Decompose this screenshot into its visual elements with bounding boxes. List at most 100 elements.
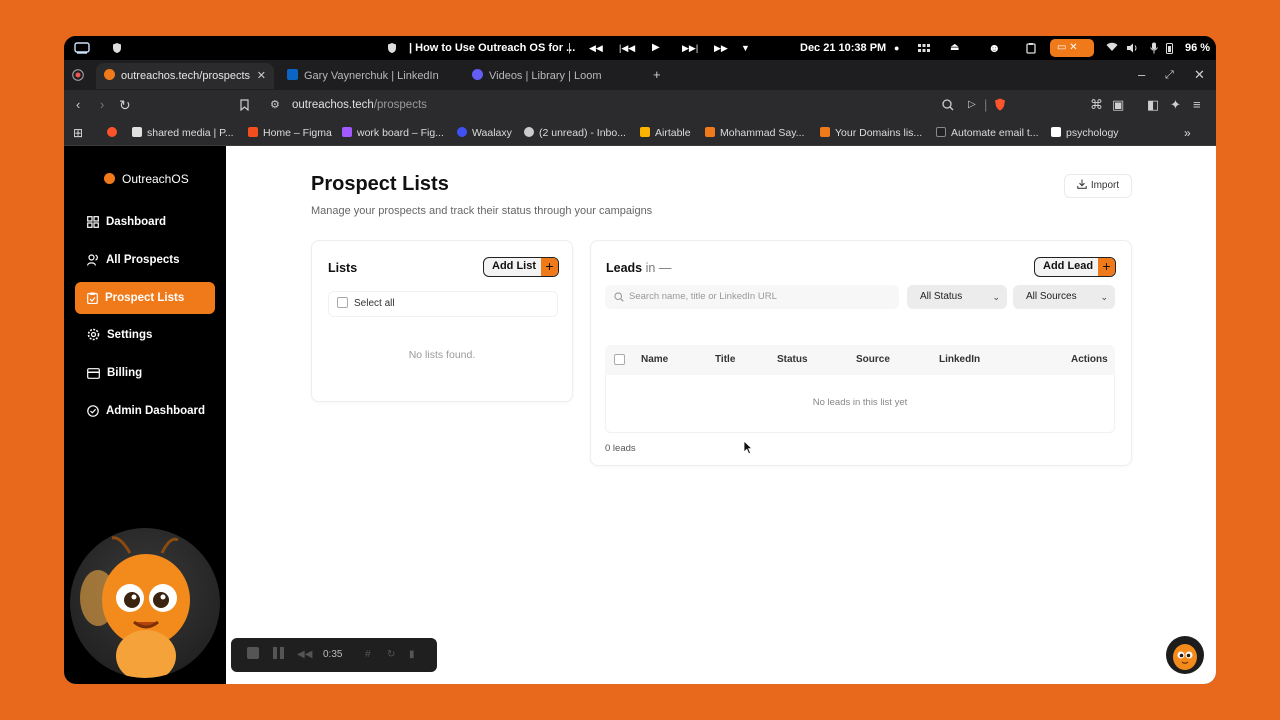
plus-icon: +: [541, 258, 558, 276]
column-header-source[interactable]: Source: [856, 345, 890, 375]
new-tab-icon[interactable]: +: [653, 60, 661, 90]
sidebar-item-admin-dashboard[interactable]: Admin Dashboard: [75, 395, 215, 427]
address-bar: ‹ › ↻ ⚙ outreachos.tech/prospects ▷ | ⌘ …: [64, 90, 1216, 120]
app: OutreachOS Dashboard All Prospects Prosp…: [64, 146, 1216, 684]
more-bookmarks-icon[interactable]: »: [1184, 120, 1191, 146]
downloads-icon[interactable]: ▣: [1112, 90, 1124, 120]
bookmark-label: Your Domains lis...: [835, 127, 923, 139]
column-header-title[interactable]: Title: [715, 345, 735, 375]
bookmark-item[interactable]: psychology: [1051, 120, 1119, 146]
users-icon: [87, 254, 98, 266]
brand-name: OutreachOS: [122, 172, 189, 186]
back-icon[interactable]: ‹: [76, 90, 80, 120]
close-tab-icon[interactable]: ✕: [257, 63, 266, 89]
chevron-down-icon[interactable]: ▼: [741, 36, 750, 60]
brave-shield-icon[interactable]: [994, 90, 1006, 120]
volume-icon[interactable]: [1127, 36, 1138, 60]
eject-icon[interactable]: ⏏: [950, 36, 959, 60]
sidebar-toggle-icon[interactable]: ◧: [1147, 90, 1159, 120]
maximize-icon[interactable]: ⤢: [1165, 60, 1174, 90]
bookmark-favicon-icon: [820, 127, 830, 137]
bookmark-label: Home – Figma: [263, 127, 332, 139]
bookmark-item[interactable]: Home – Figma: [248, 120, 332, 146]
brand[interactable]: OutreachOS: [104, 172, 189, 186]
extensions-icon[interactable]: ⌘: [1090, 90, 1103, 120]
site-settings-icon[interactable]: ⚙: [270, 90, 280, 120]
bookmark-icon[interactable]: [240, 90, 249, 120]
column-header-linkedin[interactable]: LinkedIn: [939, 345, 980, 375]
rewind-icon[interactable]: ◀◀: [589, 36, 603, 60]
tab-prospects[interactable]: outreachos.tech/prospects ✕: [96, 63, 274, 89]
bookmark-label: work board – Fig...: [357, 127, 444, 139]
tab-menu-icon[interactable]: [72, 60, 84, 90]
tab-loom[interactable]: Videos | Library | Loom: [464, 63, 642, 89]
bookmark-item[interactable]: shared media | P...: [132, 120, 234, 146]
ai-sparkle-icon[interactable]: ✦: [1170, 90, 1181, 120]
linkedin-favicon-icon: [287, 69, 298, 80]
minimize-icon[interactable]: –: [1138, 60, 1145, 90]
microphone-icon[interactable]: [1150, 36, 1158, 60]
leads-search-input[interactable]: Search name, title or LinkedIn URL: [605, 285, 899, 309]
zoom-icon[interactable]: [942, 90, 954, 120]
source-filter-select[interactable]: All Sources ⌄: [1013, 285, 1115, 309]
select-all-label: Select all: [354, 298, 395, 309]
bookmark-favicon-icon: [705, 127, 715, 137]
column-header-status[interactable]: Status: [777, 345, 808, 375]
chevron-down-icon: ⌄: [1100, 292, 1108, 302]
import-label: Import: [1090, 180, 1120, 191]
sidebar-item-settings[interactable]: Settings: [75, 319, 215, 351]
leads-card: Leads in — Add Lead + Search name, title …: [590, 240, 1132, 466]
play-icon[interactable]: ▶: [652, 36, 660, 60]
sidebar-item-dashboard[interactable]: Dashboard: [75, 206, 215, 238]
media-title[interactable]: | How to Use Outreach OS for ...: [409, 36, 575, 60]
forward-icon[interactable]: ›: [100, 90, 104, 120]
bookmark-brave-icon[interactable]: [107, 120, 122, 146]
screen-share-indicator[interactable]: ▭ ✕: [1050, 39, 1094, 57]
next-icon[interactable]: ▶▶|: [682, 36, 698, 60]
previous-icon[interactable]: |◀◀: [619, 36, 635, 60]
apps-grid-icon[interactable]: ⊞: [73, 120, 83, 146]
select-all-row[interactable]: Select all: [328, 291, 558, 317]
face-icon[interactable]: ☻: [988, 36, 1001, 60]
send-icon[interactable]: ▷: [968, 90, 976, 120]
add-list-button[interactable]: Add List +: [483, 257, 559, 277]
wifi-icon[interactable]: [1106, 36, 1118, 60]
fast-forward-icon[interactable]: ▶▶: [714, 36, 728, 60]
column-header-actions[interactable]: Actions: [1071, 345, 1108, 375]
sidebar-item-all-prospects[interactable]: All Prospects: [75, 244, 215, 276]
column-header-name[interactable]: Name: [641, 345, 668, 375]
search-icon: [614, 292, 624, 302]
notion-icon: [1051, 127, 1061, 137]
add-lead-button[interactable]: Add Lead +: [1034, 257, 1116, 277]
bookmark-item[interactable]: Mohammad Say...: [705, 120, 804, 146]
close-window-icon[interactable]: ✕: [1194, 60, 1205, 90]
select-all-checkbox[interactable]: [337, 297, 348, 308]
bookmark-item[interactable]: Waalaxy: [457, 120, 512, 146]
sidebar-item-prospect-lists[interactable]: Prospect Lists: [75, 282, 215, 314]
page-title: Prospect Lists: [311, 173, 449, 195]
tab-linkedin[interactable]: Gary Vaynerchuk | LinkedIn: [279, 63, 457, 89]
menu-icon[interactable]: ≡: [1193, 90, 1201, 120]
bookmark-item[interactable]: Airtable: [640, 120, 691, 146]
bookmark-label: shared media | P...: [147, 127, 234, 139]
search-placeholder: Search name, title or LinkedIn URL: [629, 291, 777, 302]
reload-icon[interactable]: ↻: [119, 90, 131, 120]
bookmark-item[interactable]: (2 unread) - Inbo...: [524, 120, 626, 146]
apps-icon[interactable]: [918, 36, 930, 60]
leads-count: 0 leads: [605, 443, 636, 454]
sidebar-item-label: Admin Dashboard: [106, 405, 206, 417]
bookmark-label: (2 unread) - Inbo...: [539, 127, 626, 139]
bookmark-favicon-icon: [936, 127, 946, 137]
datetime[interactable]: Dec 21 10:38 PM: [800, 36, 886, 60]
sidebar-item-billing[interactable]: Billing: [75, 357, 215, 389]
clipboard-icon[interactable]: [1026, 36, 1036, 60]
bookmark-item[interactable]: Automate email t...: [936, 120, 1039, 146]
bookmark-item[interactable]: Your Domains lis...: [820, 120, 922, 146]
import-button[interactable]: Import: [1064, 174, 1132, 198]
status-filter-select[interactable]: All Status ⌄: [907, 285, 1007, 309]
url-field[interactable]: outreachos.tech/prospects: [292, 90, 427, 120]
assistant-avatar[interactable]: [1166, 636, 1204, 674]
select-all-leads-checkbox[interactable]: [614, 354, 625, 365]
window-icon[interactable]: [74, 36, 90, 60]
bookmark-item[interactable]: work board – Fig...: [342, 120, 444, 146]
